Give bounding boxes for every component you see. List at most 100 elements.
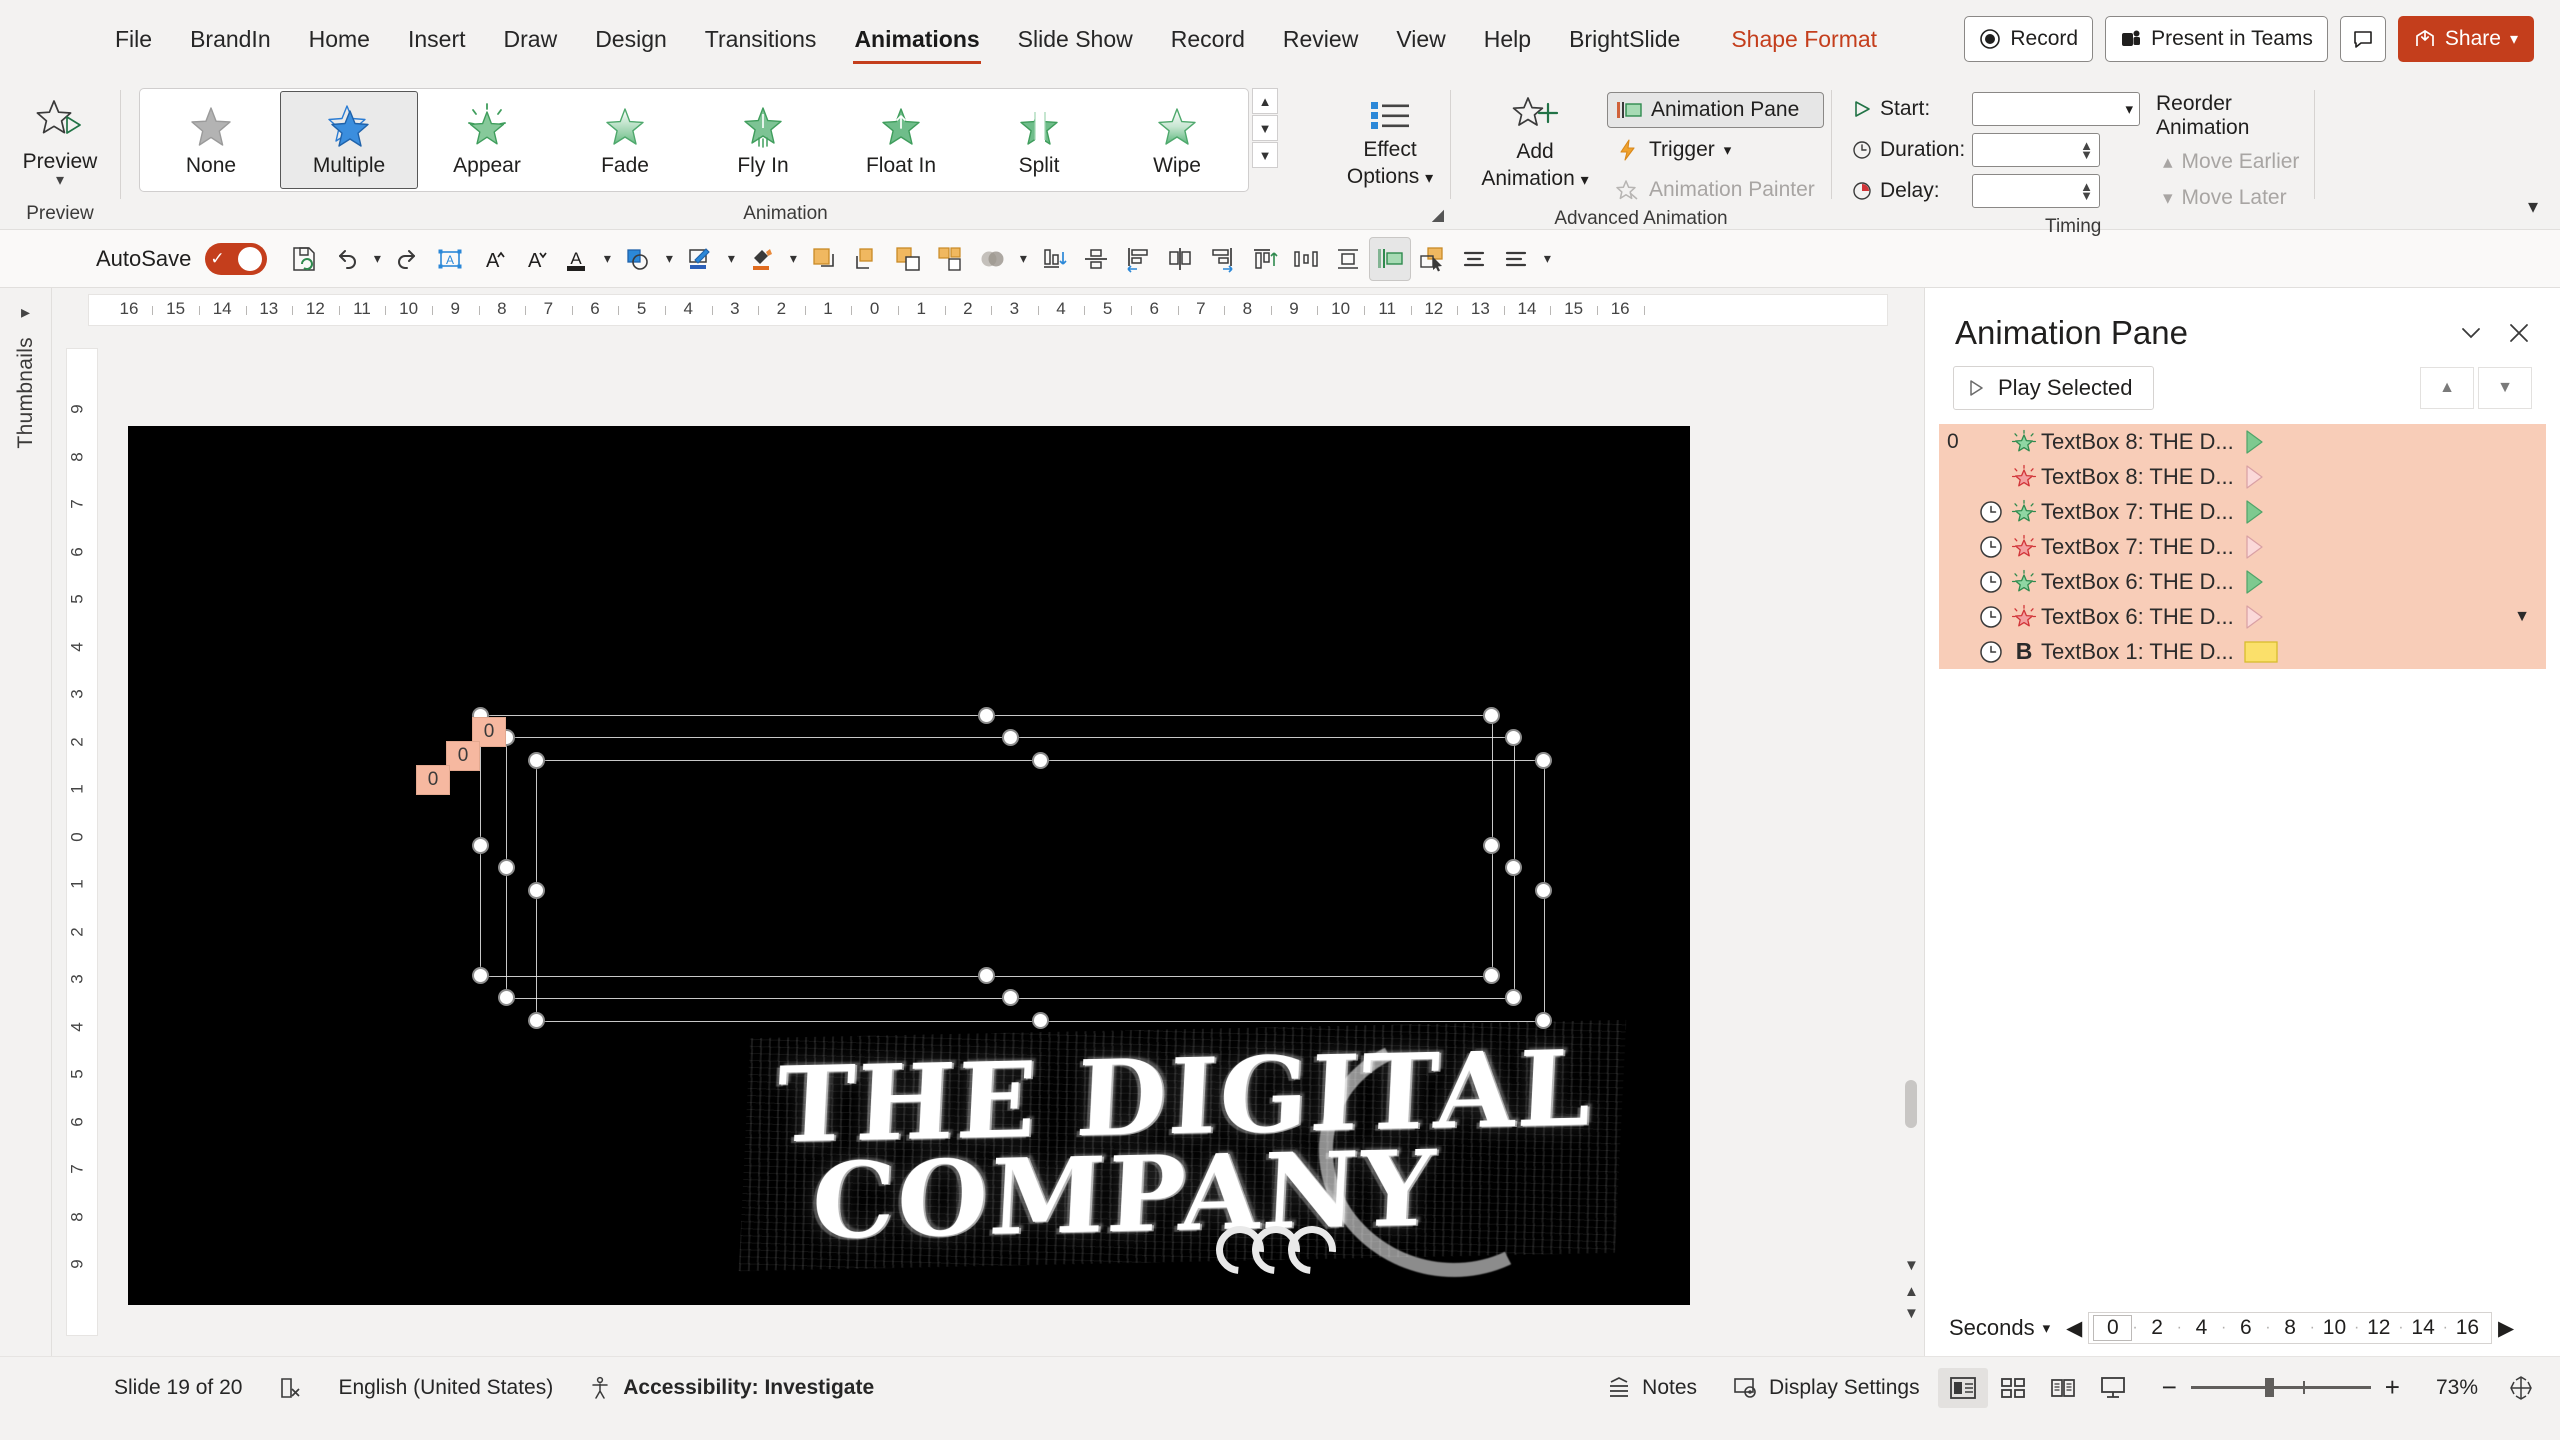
stepper-arrows-icon[interactable]: ▲ ▼ (2080, 139, 2093, 161)
view-reading-button[interactable] (2038, 1368, 2088, 1408)
view-slide-sorter-button[interactable] (1988, 1368, 2038, 1408)
pane-options-chevron-icon[interactable] (2458, 320, 2484, 346)
animation-timeline-bar[interactable] (2244, 429, 2266, 455)
animation-list-item[interactable]: 0 TextBox 8: THE D... (1939, 424, 2546, 459)
format-painter-icon[interactable] (741, 237, 783, 281)
shape-fill-icon[interactable] (617, 237, 659, 281)
animation-timeline-bar[interactable] (2244, 464, 2266, 490)
next-slide-icon[interactable]: ▼ (1904, 1305, 1919, 1322)
animation-list-item[interactable]: B TextBox 1: THE D... (1939, 634, 2546, 669)
animation-timeline-bar[interactable] (2244, 534, 2266, 560)
timeline-ticks[interactable]: 0 · 2 · 4 · 6 · 8 · 10 · 12 · 14 · 16 (2088, 1312, 2492, 1344)
duration-stepper[interactable]: ▲ ▼ (1972, 133, 2100, 167)
animation-timeline-bar[interactable] (2244, 499, 2266, 525)
chevron-right-icon[interactable]: ▸ (21, 302, 30, 323)
tab-help[interactable]: Help (1465, 20, 1550, 59)
align-left-icon[interactable] (1117, 237, 1159, 281)
add-animation-button[interactable]: Add Animation ▾ (1471, 88, 1599, 200)
animation-none[interactable]: None (142, 91, 280, 189)
close-icon[interactable] (2506, 320, 2532, 346)
align-text-left-icon[interactable] (1453, 237, 1495, 281)
selection-box-inner[interactable] (528, 752, 1552, 1029)
ribbon-collapse-button[interactable]: ▾ (2528, 194, 2538, 219)
animation-list-item[interactable]: TextBox 8: THE D... (1939, 459, 2546, 494)
tab-insert[interactable]: Insert (389, 20, 485, 59)
animation-timeline-bar[interactable] (2244, 640, 2278, 664)
play-selected-button[interactable]: Play Selected (1953, 366, 2154, 410)
tab-view[interactable]: View (1377, 20, 1464, 59)
effect-options-button[interactable]: Effect Options ▾ (1336, 88, 1444, 198)
tab-review[interactable]: Review (1264, 20, 1377, 59)
canvas-vertical-scrollbar[interactable]: ▼ ▲ ▼ (1902, 344, 1920, 1342)
accessibility-button[interactable]: Accessibility: Investigate (571, 1376, 892, 1400)
tab-draw[interactable]: Draw (485, 20, 577, 59)
language-indicator[interactable]: English (United States) (320, 1376, 571, 1400)
distribute-horizontal-icon[interactable] (1285, 237, 1327, 281)
animation-fade[interactable]: Fade (556, 91, 694, 189)
horizontal-ruler[interactable]: 16 15 14 13 12 11 10 9 8 7 6 5 4 3 2 1 0 1 2 3 4 5 6 7 8 9 10 11 12 1… (88, 294, 1888, 326)
format-painter-dropdown-caret-icon[interactable]: ▾ (783, 250, 803, 267)
animation-multiple[interactable]: Multiple (280, 91, 418, 189)
start-select[interactable]: ▾ (1972, 92, 2140, 126)
animation-timeline-bar[interactable] (2244, 604, 2266, 630)
previous-slide-icon[interactable]: ▲ (1904, 1283, 1919, 1300)
tab-transitions[interactable]: Transitions (686, 20, 836, 59)
increase-font-size-icon[interactable]: A (471, 237, 513, 281)
animation-list-item[interactable]: TextBox 6: THE D... (1939, 564, 2546, 599)
send-to-back-icon[interactable] (929, 237, 971, 281)
redo-icon[interactable] (387, 237, 429, 281)
gallery-scroll-up[interactable]: ▲ (1252, 88, 1278, 114)
animation-fly-in[interactable]: Fly In (694, 91, 832, 189)
align-top-icon[interactable] (1243, 237, 1285, 281)
tab-shape-format[interactable]: Shape Format (1699, 20, 1896, 59)
animation-float-in[interactable]: Float In (832, 91, 970, 189)
move-up-button[interactable]: ▲ (2420, 367, 2474, 409)
shape-outline-dropdown-caret-icon[interactable]: ▾ (721, 250, 741, 267)
align-middle-icon[interactable] (1075, 237, 1117, 281)
autosave-toggle[interactable]: ✓ (205, 242, 268, 275)
tab-brightslide[interactable]: BrightSlide (1550, 20, 1699, 59)
merge-shapes-icon[interactable] (971, 237, 1013, 281)
animation-gallery[interactable]: None Multiple Appear Fade Fly In Float I… (139, 88, 1249, 192)
slide-counter[interactable]: Slide 19 of 20 (96, 1376, 260, 1400)
timeline-scroll-left-icon[interactable]: ◀ (2066, 1316, 2082, 1341)
align-right-icon[interactable] (1201, 237, 1243, 281)
fit-to-window-button[interactable] (2490, 1375, 2534, 1401)
bring-forward-icon[interactable] (845, 237, 887, 281)
slide-canvas[interactable]: THE DIGITAL COMPANY 0 0 0 (128, 426, 1690, 1305)
scroll-down-arrow-icon[interactable]: ▼ (1904, 1257, 1919, 1274)
animation-item-overflow-caret-icon[interactable]: ▼ (2514, 608, 2530, 626)
comments-button[interactable] (2339, 16, 2386, 62)
send-backward-icon[interactable] (887, 237, 929, 281)
distribute-vertical-icon[interactable] (1327, 237, 1369, 281)
present-in-teams-button[interactable]: Present in Teams (2105, 16, 2328, 62)
zoom-track[interactable] (2190, 1378, 2371, 1397)
timeline-scale[interactable]: ◀ 0 · 2 · 4 · 6 · 8 · 10 · 12 · 14 · 16 ▶ (2066, 1312, 2514, 1344)
animation-effect-list[interactable]: 0 TextBox 8: THE D... TextBox 8: THE D... T… (1939, 424, 2546, 669)
animation-wipe[interactable]: Wipe (1108, 91, 1246, 189)
tab-brandin[interactable]: BrandIn (171, 20, 290, 59)
shape-fill-dropdown-caret-icon[interactable]: ▾ (659, 250, 679, 267)
gallery-scroll-down[interactable]: ▼ (1252, 115, 1278, 141)
stepper-arrows-icon[interactable]: ▲ ▼ (2080, 180, 2093, 202)
tab-file[interactable]: File (96, 20, 171, 59)
tab-design[interactable]: Design (576, 20, 686, 59)
undo-icon[interactable] (325, 237, 367, 281)
animation-appear[interactable]: Appear (418, 91, 556, 189)
zoom-out-button[interactable]: − (2162, 1372, 2177, 1403)
animation-dialog-launcher[interactable]: ◢ (1432, 205, 1444, 225)
selection-pane-icon[interactable] (1411, 237, 1453, 281)
spell-check-button[interactable] (260, 1376, 320, 1400)
move-down-button[interactable]: ▼ (2478, 367, 2532, 409)
scrollbar-thumb[interactable] (1905, 1080, 1917, 1128)
record-button[interactable]: Record (1964, 16, 2094, 62)
tab-record[interactable]: Record (1152, 20, 1264, 59)
animation-pane-button[interactable]: Animation Pane (1607, 92, 1824, 128)
animation-list-item[interactable]: TextBox 7: THE D... (1939, 494, 2546, 529)
chevron-down-icon[interactable]: ▾ (56, 173, 64, 189)
font-color-dropdown-caret-icon[interactable]: ▾ (597, 250, 617, 267)
gallery-scroll-controls[interactable]: ▲ ▼ ▼ (1252, 88, 1278, 192)
animation-tag-0-c[interactable]: 0 (416, 765, 450, 795)
zoom-percent[interactable]: 73% (2424, 1376, 2490, 1400)
tab-animations[interactable]: Animations (835, 20, 998, 64)
